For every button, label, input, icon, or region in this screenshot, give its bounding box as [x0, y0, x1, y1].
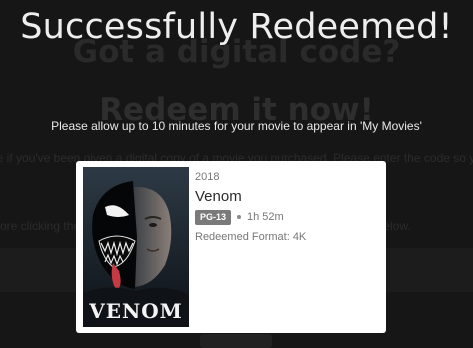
movie-details: 2018 Venom PG-13 1h 52m Redeemed Format:…	[195, 169, 380, 243]
success-title: Successfully Redeemed!	[20, 7, 453, 47]
movie-card[interactable]: VENOM 2018 Venom PG-13 1h 52m Redeemed F…	[76, 161, 386, 333]
redeem-success-screen: Got a digital code? Redeem it now! ee if…	[0, 0, 473, 348]
movie-year: 2018	[195, 171, 220, 183]
movie-meta: PG-13 1h 52m	[195, 209, 380, 225]
movie-poster: VENOM	[83, 167, 189, 327]
poster-logo-text: VENOM	[89, 299, 183, 323]
movie-title: Venom	[195, 188, 242, 205]
movie-runtime: 1h 52m	[247, 211, 284, 223]
availability-notice: Please allow up to 10 minutes for your m…	[51, 119, 422, 133]
separator-dot-icon	[237, 215, 242, 219]
background-redeem-button	[200, 334, 272, 348]
rating-badge: PG-13	[195, 209, 232, 225]
redeemed-format: Redeemed Format: 4K	[195, 231, 307, 243]
